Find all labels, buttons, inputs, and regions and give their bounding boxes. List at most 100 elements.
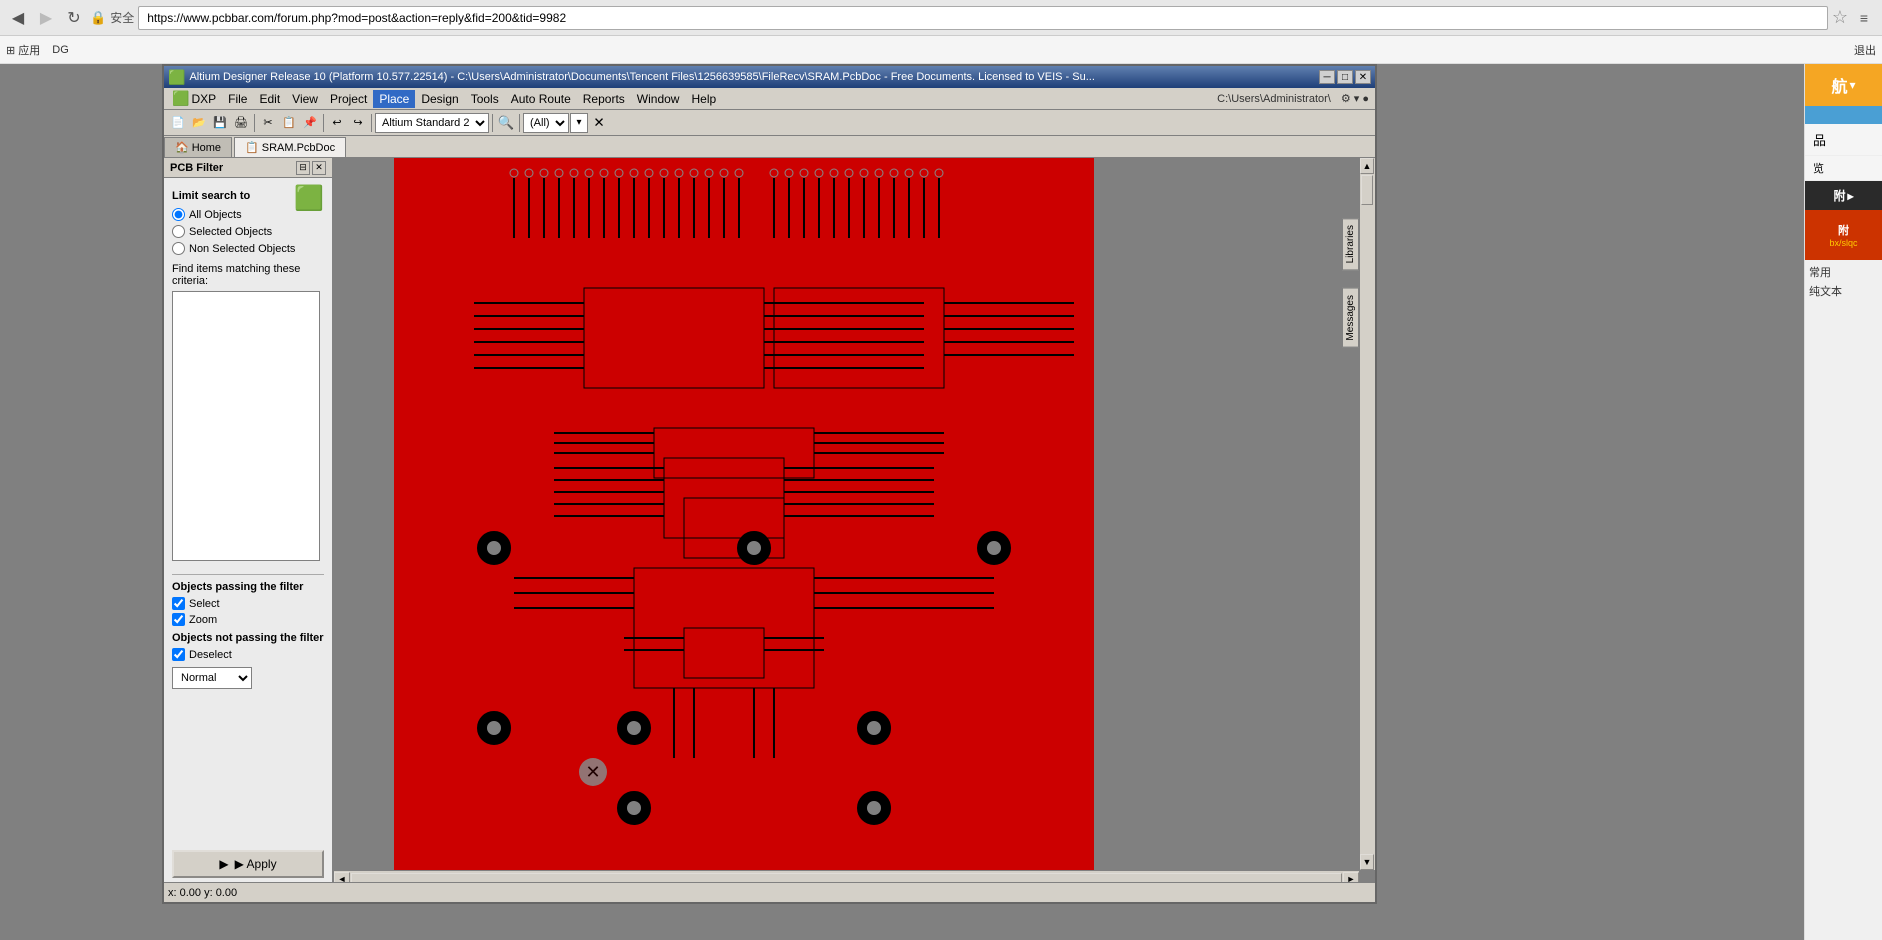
right-nav-item-2[interactable]: 览 — [1805, 156, 1882, 181]
menu-help[interactable]: Help — [685, 90, 722, 108]
nav-icon: 航 — [1831, 73, 1847, 97]
app-menubar: 🟩 DXP File Edit View Project Place Desig… — [164, 88, 1375, 110]
panel-header: PCB Filter ⊟ ✕ — [164, 158, 332, 178]
right-nav-blue — [1805, 106, 1882, 124]
address-bar[interactable] — [138, 6, 1828, 30]
toolbar-redo[interactable]: ↪ — [348, 113, 368, 133]
menu-reports[interactable]: Reports — [577, 90, 631, 108]
scrollbar-vertical[interactable]: ▲ ▼ — [1359, 158, 1375, 870]
nav-arrow: ▾ — [1849, 78, 1855, 92]
tab-sram[interactable]: 📋 SRAM.PcbDoc — [234, 137, 346, 157]
menu-project[interactable]: Project — [324, 90, 373, 108]
menu-view[interactable]: View — [286, 90, 324, 108]
deselect-label: Deselect — [189, 649, 232, 661]
radio-selected-objects[interactable]: Selected Objects — [172, 225, 324, 238]
bookmark-exit[interactable]: 退出 — [1854, 42, 1876, 58]
menu-tools[interactable]: Tools — [465, 90, 505, 108]
select-label: Select — [189, 598, 220, 610]
pcb-canvas: ✕ ▲ ▼ ◄ ► Libraries Messages — [334, 158, 1375, 886]
normal-dropdown[interactable]: Normal — [172, 667, 252, 689]
close-button[interactable]: ✕ — [1355, 70, 1371, 84]
dark-text: 附 — [1833, 187, 1845, 204]
altium-app-window: 🟩 Altium Designer Release 10 (Platform 1… — [162, 64, 1377, 904]
forward-button[interactable]: ▶ — [34, 6, 58, 30]
toolbar-paste[interactable]: 📌 — [300, 113, 320, 133]
status-bar: x: 0.00 y: 0.00 — [164, 882, 1375, 902]
right-nav-dark[interactable]: 附 ▸ — [1805, 181, 1882, 210]
scroll-up-arrow[interactable]: ▲ — [1360, 158, 1374, 174]
toolbar-copy[interactable]: 📋 — [279, 113, 299, 133]
tab-home[interactable]: 🏠 Home — [164, 137, 232, 157]
apply-button[interactable]: ▶ ▶ Apply — [172, 850, 324, 878]
standard-dropdown[interactable]: Altium Standard 2 — [375, 113, 489, 133]
tab-home-label: Home — [192, 142, 221, 154]
status-text: x: 0.00 y: 0.00 — [168, 887, 237, 899]
panel-pin-btn[interactable]: ⊟ — [296, 161, 310, 175]
right-bottom-item-1[interactable]: 常用 — [1809, 264, 1878, 280]
select-checkbox[interactable]: Select — [172, 597, 324, 610]
minimize-button[interactable]: ─ — [1319, 70, 1335, 84]
panel-title: PCB Filter — [170, 162, 223, 174]
toolbar-cut[interactable]: ✂ — [258, 113, 278, 133]
toolbar-zoom-in[interactable]: 🔍 — [496, 113, 516, 133]
menu-autoroute[interactable]: Auto Route — [505, 90, 577, 108]
content-area: PCB Filter ⊟ ✕ 🟩 Limit search to — [164, 158, 1375, 886]
panel-body: Limit search to All Objects Selected Obj… — [164, 178, 332, 844]
back-button[interactable]: ◀ — [6, 6, 30, 30]
app-icon: 🟩 — [168, 69, 185, 86]
pcb-board — [394, 158, 1094, 878]
right-bottom-item-2[interactable]: 纯文本 — [1809, 283, 1878, 299]
toolbar-undo[interactable]: ↩ — [327, 113, 347, 133]
menu-design[interactable]: Design — [415, 90, 464, 108]
menu-file[interactable]: File — [222, 90, 253, 108]
titlebar-content: 🟩 Altium Designer Release 10 (Platform 1… — [168, 69, 1095, 86]
right-nav-item-1[interactable]: 品 — [1805, 124, 1882, 156]
all-dropdown[interactable]: (All) — [523, 113, 569, 133]
menu-window[interactable]: Window — [631, 90, 686, 108]
maximize-button[interactable]: □ — [1337, 70, 1353, 84]
apply-label: ▶ Apply — [235, 857, 277, 871]
star-icon[interactable]: ☆ — [1832, 7, 1848, 28]
menu-edit[interactable]: Edit — [253, 90, 286, 108]
canvas-cross-icon[interactable]: ✕ — [579, 758, 607, 786]
toolbar-sep-1 — [254, 114, 255, 132]
toolbar-print[interactable]: 🖨 — [231, 113, 251, 133]
scroll-thumb-v[interactable] — [1361, 175, 1373, 205]
bookmark-apps[interactable]: ⊞ 应用 — [6, 42, 40, 58]
menu-place[interactable]: Place — [373, 90, 415, 108]
right-nav-red[interactable]: 附 bx/slqc — [1805, 210, 1882, 260]
pcb-filter-panel: PCB Filter ⊟ ✕ 🟩 Limit search to — [164, 158, 334, 886]
radio-all-label: All Objects — [189, 209, 242, 221]
deselect-checkbox[interactable]: Deselect — [172, 648, 324, 661]
toolbar-sep-4 — [492, 114, 493, 132]
bookmark-dg[interactable]: DG — [52, 44, 69, 56]
app-titlebar: 🟩 Altium Designer Release 10 (Platform 1… — [164, 66, 1375, 88]
radio-nonselected-objects[interactable]: Non Selected Objects — [172, 242, 324, 255]
menu-button[interactable]: ≡ — [1852, 6, 1876, 30]
zoom-checkbox[interactable]: Zoom — [172, 613, 324, 626]
home-icon: 🏠 — [175, 141, 189, 154]
reload-button[interactable]: ↻ — [62, 6, 86, 30]
filter-x[interactable]: ✕ — [589, 113, 609, 133]
panel-close-btn[interactable]: ✕ — [312, 161, 326, 175]
scroll-down-arrow[interactable]: ▼ — [1360, 854, 1374, 870]
browser-nav-bar: ◀ ▶ ↻ 🔒 安全 ☆ ≡ — [0, 0, 1882, 36]
sram-icon: 📋 — [245, 141, 259, 154]
pcb-traces-svg — [394, 158, 1094, 878]
zoom-label: Zoom — [189, 614, 217, 626]
apply-arrow-icon: ▶ — [219, 857, 228, 871]
right-nav-orange[interactable]: 航 ▾ — [1805, 64, 1882, 106]
dropdown-arrow[interactable]: ▾ — [570, 113, 588, 133]
toolbar-sep-5 — [519, 114, 520, 132]
toolbar-open[interactable]: 📂 — [189, 113, 209, 133]
toolbar-new[interactable]: 📄 — [168, 113, 188, 133]
libraries-tab[interactable]: Libraries — [1342, 218, 1359, 270]
radio-selected-label: Selected Objects — [189, 226, 272, 238]
criteria-textarea[interactable] — [172, 291, 320, 561]
menu-dxp[interactable]: 🟩 DXP — [166, 88, 222, 109]
toolbar-save[interactable]: 💾 — [210, 113, 230, 133]
path-display: C:\Users\Administrator\ — [1211, 93, 1337, 105]
messages-tab[interactable]: Messages — [1342, 288, 1359, 348]
criteria-label: Find items matching these criteria: — [172, 263, 324, 287]
bookmarks-bar: ⊞ 应用 DG 退出 — [0, 36, 1882, 64]
